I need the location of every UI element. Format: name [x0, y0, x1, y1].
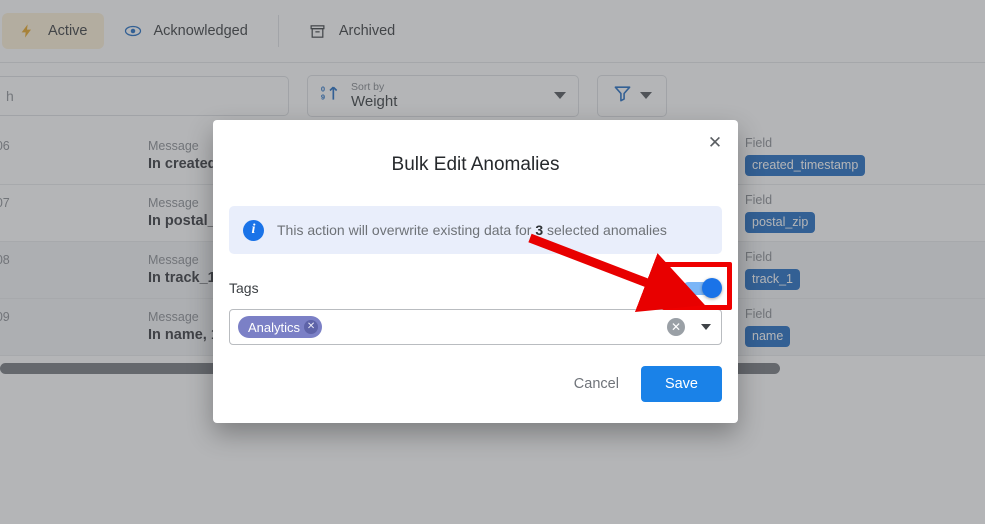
tag-chip[interactable]: Analytics ✕: [238, 316, 323, 338]
overwrite-warning-text: This action will overwrite existing data…: [277, 222, 667, 238]
screen: Active Acknowledged Archived h 0 9 Sort …: [0, 0, 985, 524]
tags-field-block: Tags Analytics ✕ ✕: [229, 262, 732, 345]
banner-text-before: This action will overwrite existing data…: [277, 222, 536, 238]
banner-text-after: selected anomalies: [543, 222, 667, 238]
dialog-title: Bulk Edit Anomalies: [391, 154, 560, 175]
dialog-footer: Cancel Save: [213, 345, 738, 423]
overwrite-warning-banner: i This action will overwrite existing da…: [229, 206, 722, 254]
tags-field-header: Tags: [229, 262, 732, 310]
tag-chip-label: Analytics: [248, 319, 301, 335]
chevron-down-icon[interactable]: [701, 324, 711, 330]
save-button[interactable]: Save: [640, 366, 722, 402]
info-icon: i: [243, 219, 264, 241]
tags-label: Tags: [229, 280, 259, 296]
banner-count: 3: [535, 222, 544, 238]
clear-icon[interactable]: ✕: [667, 318, 685, 336]
tags-input[interactable]: Analytics ✕ ✕: [229, 309, 722, 345]
cancel-button[interactable]: Cancel: [558, 367, 635, 401]
toggle-thumb: [702, 278, 722, 298]
chip-remove-icon[interactable]: ✕: [304, 320, 319, 334]
bulk-edit-dialog: ✕ Bulk Edit Anomalies i This action will…: [213, 120, 738, 423]
tags-enable-toggle[interactable]: [682, 278, 722, 298]
close-icon[interactable]: ✕: [702, 129, 728, 155]
